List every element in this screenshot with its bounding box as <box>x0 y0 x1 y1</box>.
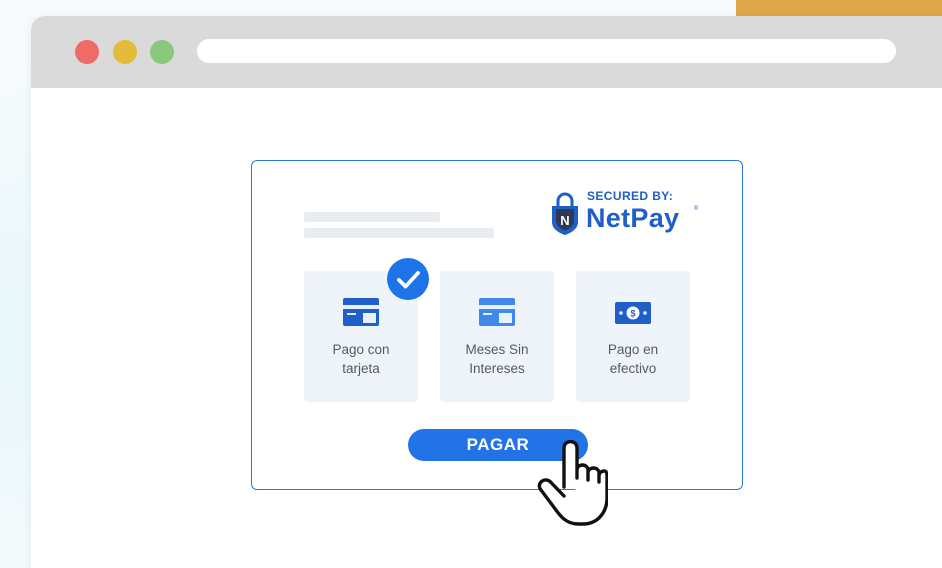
cash-bill-icon: $ <box>615 302 651 324</box>
registered-mark: ® <box>694 206 699 212</box>
maximize-window-button[interactable] <box>150 40 174 64</box>
option-label: Pago con tarjeta <box>332 342 390 376</box>
placeholder-text-line <box>304 212 440 222</box>
selected-checkmark-icon <box>387 258 429 300</box>
secured-by-label: SECURED BY: <box>587 189 674 203</box>
pointer-hand-cursor-icon <box>537 440 608 526</box>
minimize-window-button[interactable] <box>113 40 137 64</box>
decorative-accent-block <box>736 0 942 16</box>
browser-titlebar <box>31 16 942 88</box>
svg-text:$: $ <box>630 309 635 319</box>
lock-shield-icon: N <box>552 192 578 235</box>
secured-by-netpay-badge: N SECURED BY: NetPay ® <box>550 188 710 238</box>
close-window-button[interactable] <box>75 40 99 64</box>
netpay-logo-text: NetPay <box>586 203 680 233</box>
option-label: Pago en efectivo <box>607 342 659 376</box>
svg-text:N: N <box>560 213 569 228</box>
credit-card-icon <box>343 298 379 326</box>
placeholder-text-line <box>304 228 494 238</box>
credit-card-icon <box>479 298 515 326</box>
payment-option-msi[interactable]: Meses Sin Intereses <box>440 271 554 402</box>
payment-card: N SECURED BY: NetPay ® Pago con tarjeta <box>251 160 743 490</box>
option-label: Meses Sin Intereses <box>465 342 529 376</box>
address-bar[interactable] <box>197 39 896 63</box>
payment-option-cash[interactable]: $ Pago en efectivo <box>576 271 690 402</box>
